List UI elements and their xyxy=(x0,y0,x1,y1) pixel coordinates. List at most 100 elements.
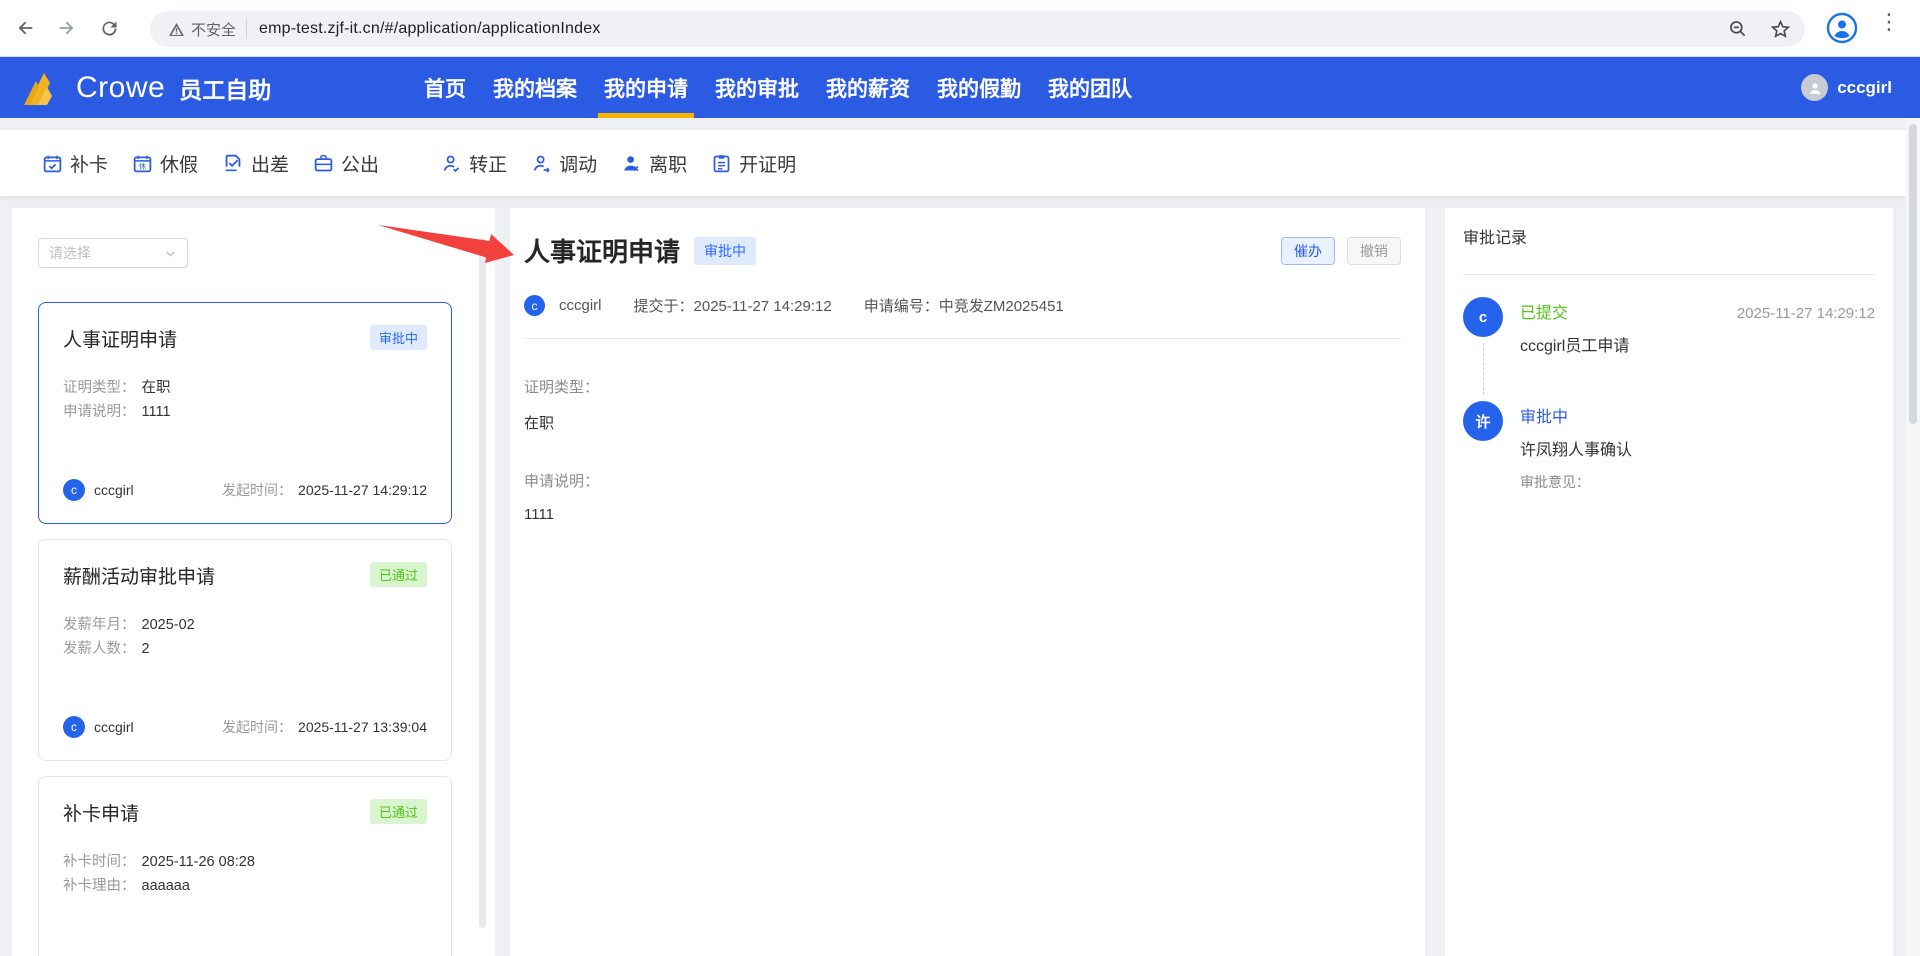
card-field: 发薪人数： 2 xyxy=(63,641,150,657)
revoke-button[interactable]: 撤销 xyxy=(1347,236,1401,265)
address-bar[interactable]: 不安全 emp-test.zjf-it.cn/#/application/app… xyxy=(150,11,1805,47)
brand-logo[interactable]: Crowe 员工自助 xyxy=(24,57,271,118)
browser-back-icon[interactable] xyxy=(8,11,42,45)
card-user: cccgirl xyxy=(94,482,134,498)
warning-icon xyxy=(169,22,184,36)
application-list-panel: 请选择 人事证明申请 审批中 证明类型： 在职 申请说明： 1111 c cccgi… xyxy=(12,208,495,956)
zoom-out-page-icon[interactable] xyxy=(1728,19,1748,39)
approval-record-title: 审批记录 xyxy=(1463,230,1528,247)
field-label-certificate-type: 证明类型： xyxy=(524,379,600,396)
quick-action-resignation[interactable]: 离职 xyxy=(621,150,687,177)
step-time: 2025-11-27 14:29:12 xyxy=(1736,305,1875,322)
browser-profile-icon[interactable] xyxy=(1826,12,1858,49)
nav-item-home[interactable]: 首页 xyxy=(424,57,466,118)
user-menu[interactable]: cccgirl xyxy=(1801,57,1892,118)
user-name: cccgirl xyxy=(1837,77,1892,97)
card-field: 申请说明： 1111 xyxy=(63,404,171,420)
card-title: 薪酬活动审批申请 xyxy=(63,567,216,588)
browser-forward-icon[interactable] xyxy=(50,11,84,45)
nav-item-my-salary[interactable]: 我的薪资 xyxy=(826,57,910,118)
not-secure-chip[interactable]: 不安全 xyxy=(164,19,246,40)
briefcase-icon xyxy=(314,154,333,171)
card-start-time: 发起时间： 2025-11-27 13:39:04 xyxy=(222,719,427,735)
quick-action-label: 离职 xyxy=(649,154,688,176)
page-scrollbar[interactable] xyxy=(1906,118,1920,956)
approval-record-panel: 审批记录 c 已提交 2025-11-27 14:29:12 cccgirl员工… xyxy=(1445,208,1893,956)
applicant-name: cccgirl xyxy=(559,297,602,314)
application-card-payroll-activity[interactable]: 薪酬活动审批申请 已通过 发薪年月： 2025-02 发薪人数： 2 c cccgi… xyxy=(38,539,452,761)
quick-action-certificate[interactable]: 开证明 xyxy=(711,150,796,177)
browser-reload-icon[interactable] xyxy=(92,11,126,45)
quick-action-label: 休假 xyxy=(160,154,199,176)
url-text[interactable]: emp-test.zjf-it.cn/#/application/applica… xyxy=(259,20,601,38)
quick-action-transfer[interactable]: 调动 xyxy=(531,150,597,177)
avatar: c xyxy=(63,479,85,501)
status-badge: 审批中 xyxy=(369,325,427,350)
status-badge: 已通过 xyxy=(369,799,427,824)
approval-comment-label: 审批意见： xyxy=(1520,474,1590,490)
quick-action-leave[interactable]: 休 休假 xyxy=(132,150,198,177)
avatar: c xyxy=(63,716,85,738)
quick-action-business-trip[interactable]: 出差 xyxy=(222,150,289,177)
card-title: 人事证明申请 xyxy=(63,330,178,351)
sidebar-scrollbar[interactable] xyxy=(479,238,486,928)
step-status: 已提交 xyxy=(1520,305,1569,322)
crowe-logo-icon xyxy=(24,72,52,105)
status-badge: 已通过 xyxy=(369,562,427,587)
application-cards: 人事证明申请 审批中 证明类型： 在职 申请说明： 1111 c cccgirl 发… xyxy=(38,302,452,956)
browser-menu-icon[interactable]: ⋮ xyxy=(1878,9,1902,35)
browser-toolbar: 不安全 emp-test.zjf-it.cn/#/application/app… xyxy=(0,0,1920,57)
chevron-down-icon xyxy=(166,250,175,257)
nav-item-my-approvals[interactable]: 我的审批 xyxy=(715,57,799,118)
card-user: cccgirl xyxy=(94,719,134,735)
app-navbar: Crowe 员工自助 首页 我的档案 我的申请 我的审批 我的薪资 我的假勤 我… xyxy=(0,57,1920,118)
card-title: 补卡申请 xyxy=(63,804,140,825)
application-card-card-correction[interactable]: 补卡申请 已通过 补卡时间： 2025-11-26 08:28 补卡理由： aaaa… xyxy=(38,776,452,956)
timeline-connector xyxy=(1482,343,1484,395)
divider xyxy=(1463,274,1875,275)
calendar-rest-icon: 休 xyxy=(133,155,152,172)
avatar: c xyxy=(1463,297,1503,337)
calendar-check-icon xyxy=(43,155,62,172)
main-menu: 首页 我的档案 我的申请 我的审批 我的薪资 我的假勤 我的团队 xyxy=(424,57,1132,118)
quick-action-card-correction[interactable]: 补卡 xyxy=(42,150,108,177)
step-description: 许凤翔人事确认 xyxy=(1520,442,1633,459)
urge-button[interactable]: 催办 xyxy=(1281,236,1335,265)
certificate-icon xyxy=(713,154,730,172)
nav-item-my-applications[interactable]: 我的申请 xyxy=(598,57,694,118)
application-card-hr-certificate[interactable]: 人事证明申请 审批中 证明类型： 在职 申请说明： 1111 c cccgirl 发… xyxy=(38,302,452,524)
hr-actions-group: 转正 调动 离职 开证明 xyxy=(441,150,796,177)
svg-text:休: 休 xyxy=(139,161,147,171)
quick-action-regularization[interactable]: 转正 xyxy=(441,150,507,177)
nav-item-my-attendance[interactable]: 我的假勤 xyxy=(937,57,1021,118)
divider xyxy=(524,338,1401,339)
status-filter-select[interactable]: 请选择 xyxy=(38,238,188,268)
avatar: c xyxy=(524,295,545,316)
submit-time: 提交于：2025-11-27 14:29:12 xyxy=(633,298,832,315)
quick-action-label: 转正 xyxy=(469,154,508,176)
not-secure-label: 不安全 xyxy=(191,21,237,39)
page-scrollbar-thumb[interactable] xyxy=(1909,124,1917,424)
quick-action-label: 调动 xyxy=(559,154,598,176)
select-placeholder: 请选择 xyxy=(49,245,91,261)
step-description: cccgirl员工申请 xyxy=(1520,338,1630,355)
quick-action-official-out[interactable]: 公出 xyxy=(313,150,379,177)
quick-action-label: 出差 xyxy=(251,154,290,176)
card-field: 补卡理由： aaaaaa xyxy=(63,878,190,894)
detail-title: 人事证明申请 xyxy=(524,237,681,267)
card-field: 证明类型： 在职 xyxy=(63,380,171,396)
avatar: 许 xyxy=(1463,401,1503,441)
user-transfer-icon xyxy=(533,155,550,173)
approval-step-submitted: c 已提交 2025-11-27 14:29:12 cccgirl员工申请 xyxy=(1463,297,1875,401)
quick-action-toolbar: 补卡 休 休假 出差 公出 转正 调动 离职 开证明 xyxy=(0,130,1906,196)
attendance-actions-group: 补卡 休 休假 出差 公出 xyxy=(42,150,379,177)
nav-item-my-team[interactable]: 我的团队 xyxy=(1048,57,1132,118)
nav-item-my-archive[interactable]: 我的档案 xyxy=(493,57,577,118)
quick-action-label: 补卡 xyxy=(70,154,109,176)
application-detail-panel: 人事证明申请 审批中 催办 撤销 c cccgirl 提交于：2025-11-2… xyxy=(510,208,1425,956)
application-number: 申请编号：中竞发ZM2025451 xyxy=(863,298,1064,315)
bookmark-star-icon[interactable] xyxy=(1770,19,1791,40)
step-status: 审批中 xyxy=(1520,409,1569,426)
field-value-application-note: 1111 xyxy=(524,506,555,523)
omnibox-divider xyxy=(246,19,248,39)
